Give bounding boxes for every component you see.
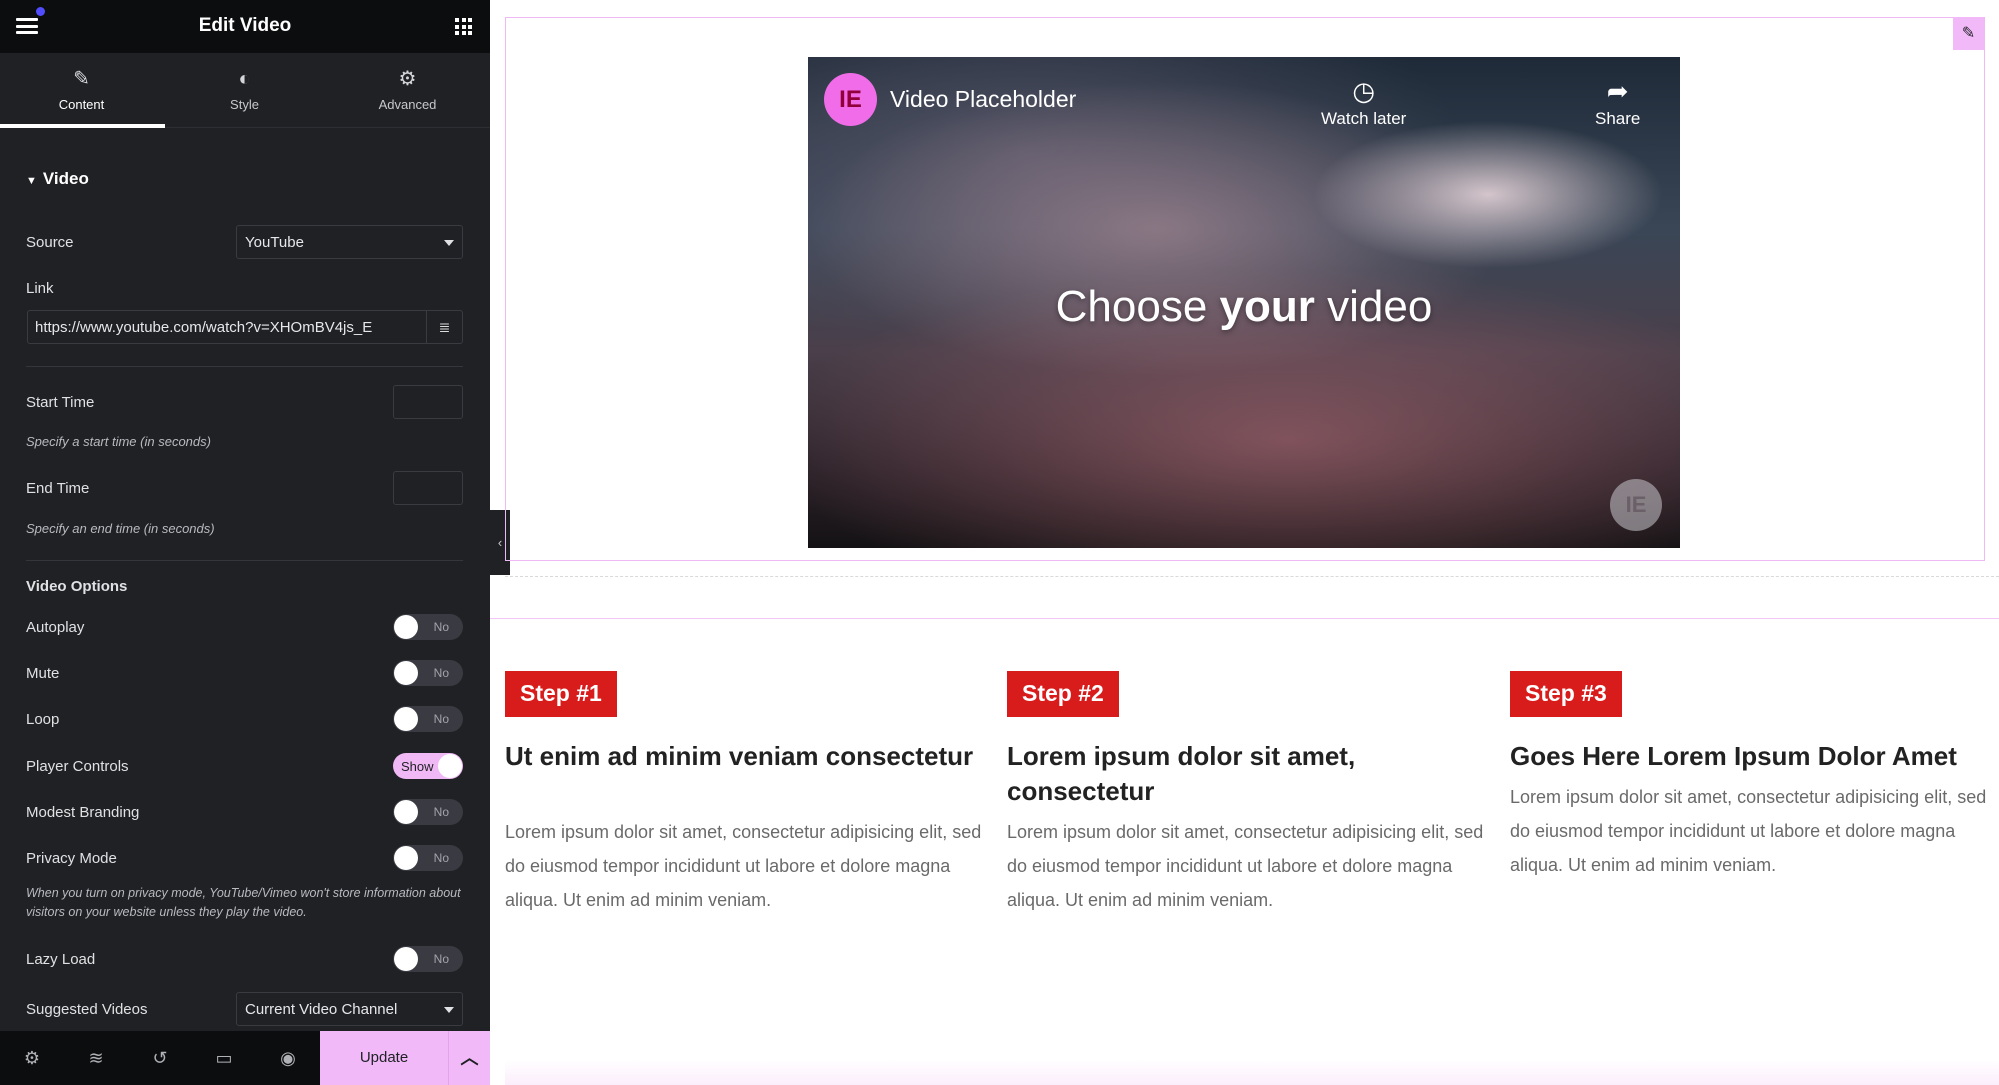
modest-branding-toggle[interactable]: No — [393, 799, 463, 825]
loop-label: Loop — [26, 711, 60, 728]
next-section-edge — [505, 1060, 1999, 1085]
elementor-logo-icon: IE — [824, 73, 877, 126]
settings-icon[interactable]: ⚙ — [20, 1046, 44, 1070]
panel-header: Edit Video — [0, 0, 490, 53]
chevron-up-icon[interactable]: ︿ — [448, 1031, 490, 1085]
loop-toggle[interactable]: No — [393, 706, 463, 732]
step-text: Lorem ipsum dolor sit amet, consectetur … — [1007, 822, 1484, 910]
modest-branding-label: Modest Branding — [26, 804, 140, 821]
tab-advanced[interactable]: ⚙ Advanced — [326, 53, 489, 128]
share-label: Share — [1595, 109, 1641, 128]
section-title: Video — [42, 169, 89, 188]
step-badge: Step #2 — [1007, 671, 1119, 717]
end-time-hint: Specify an end time (in seconds) — [26, 521, 215, 536]
contrast-icon: ◐ — [238, 68, 251, 90]
end-time-input[interactable] — [393, 471, 463, 505]
pencil-icon: ✎ — [73, 68, 90, 90]
widgets-grid-icon[interactable] — [455, 18, 472, 35]
panel-footer: ⚙ ≋ ↺ ▭ ◉ Update ︿ — [0, 1031, 490, 1085]
player-controls-toggle[interactable]: Show — [393, 753, 463, 779]
step-3: Step #3 Goes Here Lorem Ipsum Dolor Amet… — [1510, 671, 1990, 882]
step-title: Ut enim ad minim veniam consectetur — [505, 741, 974, 771]
step-badge: Step #1 — [505, 671, 617, 717]
editor-panel: Edit Video ✎ Content ◐ Style ⚙ Advanced ▼ Vi… — [0, 0, 490, 1085]
tab-content[interactable]: ✎ Content — [0, 53, 163, 128]
source-select[interactable]: YouTube — [236, 225, 463, 259]
step-badge: Step #3 — [1510, 671, 1622, 717]
caret-down-icon: ▼ — [26, 175, 37, 187]
autoplay-label: Autoplay — [26, 619, 85, 636]
suggested-videos-value: Current Video Channel — [245, 1001, 398, 1018]
step-text: Lorem ipsum dolor sit amet, consectetur … — [505, 822, 982, 910]
lazy-load-toggle[interactable]: No — [393, 946, 463, 972]
history-icon[interactable]: ↺ — [148, 1046, 172, 1070]
suggested-videos-label: Suggested Videos — [26, 1001, 148, 1018]
divider — [26, 366, 463, 367]
panel-title: Edit Video — [198, 15, 292, 36]
privacy-mode-label: Privacy Mode — [26, 850, 117, 867]
tab-label: Content — [58, 97, 105, 112]
tab-label: Style — [230, 97, 259, 112]
lazy-load-label: Lazy Load — [26, 951, 96, 968]
mute-toggle[interactable]: No — [393, 660, 463, 686]
share-button[interactable]: ➦ Share — [1595, 73, 1640, 129]
step-text: Lorem ipsum dolor sit amet, consectetur … — [1510, 787, 1987, 875]
share-arrow-icon: ➦ — [1606, 76, 1629, 106]
tab-style[interactable]: ◐ Style — [163, 53, 326, 128]
mute-label: Mute — [26, 665, 60, 682]
video-headline: Choose your video — [1055, 282, 1433, 331]
start-time-label: Start Time — [26, 394, 95, 411]
video-player[interactable]: IE Video Placeholder ◷ Watch later ➦ Share… — [808, 57, 1680, 548]
divider — [26, 560, 463, 561]
privacy-note: When you turn on privacy mode, YouTube/V… — [26, 886, 461, 919]
source-label: Source — [26, 234, 74, 251]
watch-later-button[interactable]: ◷ Watch later — [1321, 73, 1406, 129]
gear-icon: ⚙ — [398, 68, 417, 90]
end-time-label: End Time — [26, 480, 90, 497]
section-boundary — [490, 618, 1999, 619]
step-title: Goes Here Lorem Ipsum Dolor Amet — [1510, 741, 1957, 771]
start-time-hint: Specify a start time (in seconds) — [26, 434, 211, 449]
panel-tabs: ✎ Content ◐ Style ⚙ Advanced — [0, 53, 490, 128]
section-divider — [505, 576, 1999, 577]
update-button[interactable]: Update — [320, 1031, 448, 1085]
preview-eye-icon[interactable]: ◉ — [276, 1046, 300, 1070]
video-title: Video Placeholder — [890, 86, 1077, 112]
navigator-layers-icon[interactable]: ≋ — [84, 1046, 108, 1070]
dynamic-tags-icon[interactable]: ≣ — [426, 311, 462, 343]
tab-label: Advanced — [378, 97, 437, 112]
caret-down-icon — [444, 1007, 454, 1013]
link-label: Link — [26, 280, 54, 297]
active-tab-indicator — [0, 124, 165, 128]
suggested-videos-select[interactable]: Current Video Channel — [236, 992, 463, 1026]
step-title: Lorem ipsum dolor sit amet, consectetur — [1007, 741, 1356, 806]
player-controls-label: Player Controls — [26, 758, 129, 775]
caret-down-icon — [444, 240, 454, 246]
edit-widget-pencil-icon[interactable]: ✎ — [1953, 17, 1984, 50]
video-options-heading: Video Options — [26, 578, 128, 595]
elementor-watermark-icon: IE — [1610, 479, 1662, 531]
responsive-mode-icon[interactable]: ▭ — [212, 1046, 236, 1070]
link-input[interactable] — [28, 311, 428, 343]
clock-icon: ◷ — [1352, 76, 1376, 106]
link-field: ≣ — [27, 310, 463, 344]
step-1: Step #1 Ut enim ad minim veniam consecte… — [505, 671, 985, 917]
step-2: Step #2 Lorem ipsum dolor sit amet, cons… — [1007, 671, 1487, 917]
source-value: YouTube — [245, 234, 304, 251]
section-toggle-video[interactable]: ▼ Video — [26, 169, 89, 189]
watch-later-label: Watch later — [1321, 109, 1407, 128]
privacy-mode-toggle[interactable]: No — [393, 845, 463, 871]
autoplay-toggle[interactable]: No — [393, 614, 463, 640]
start-time-input[interactable] — [393, 385, 463, 419]
